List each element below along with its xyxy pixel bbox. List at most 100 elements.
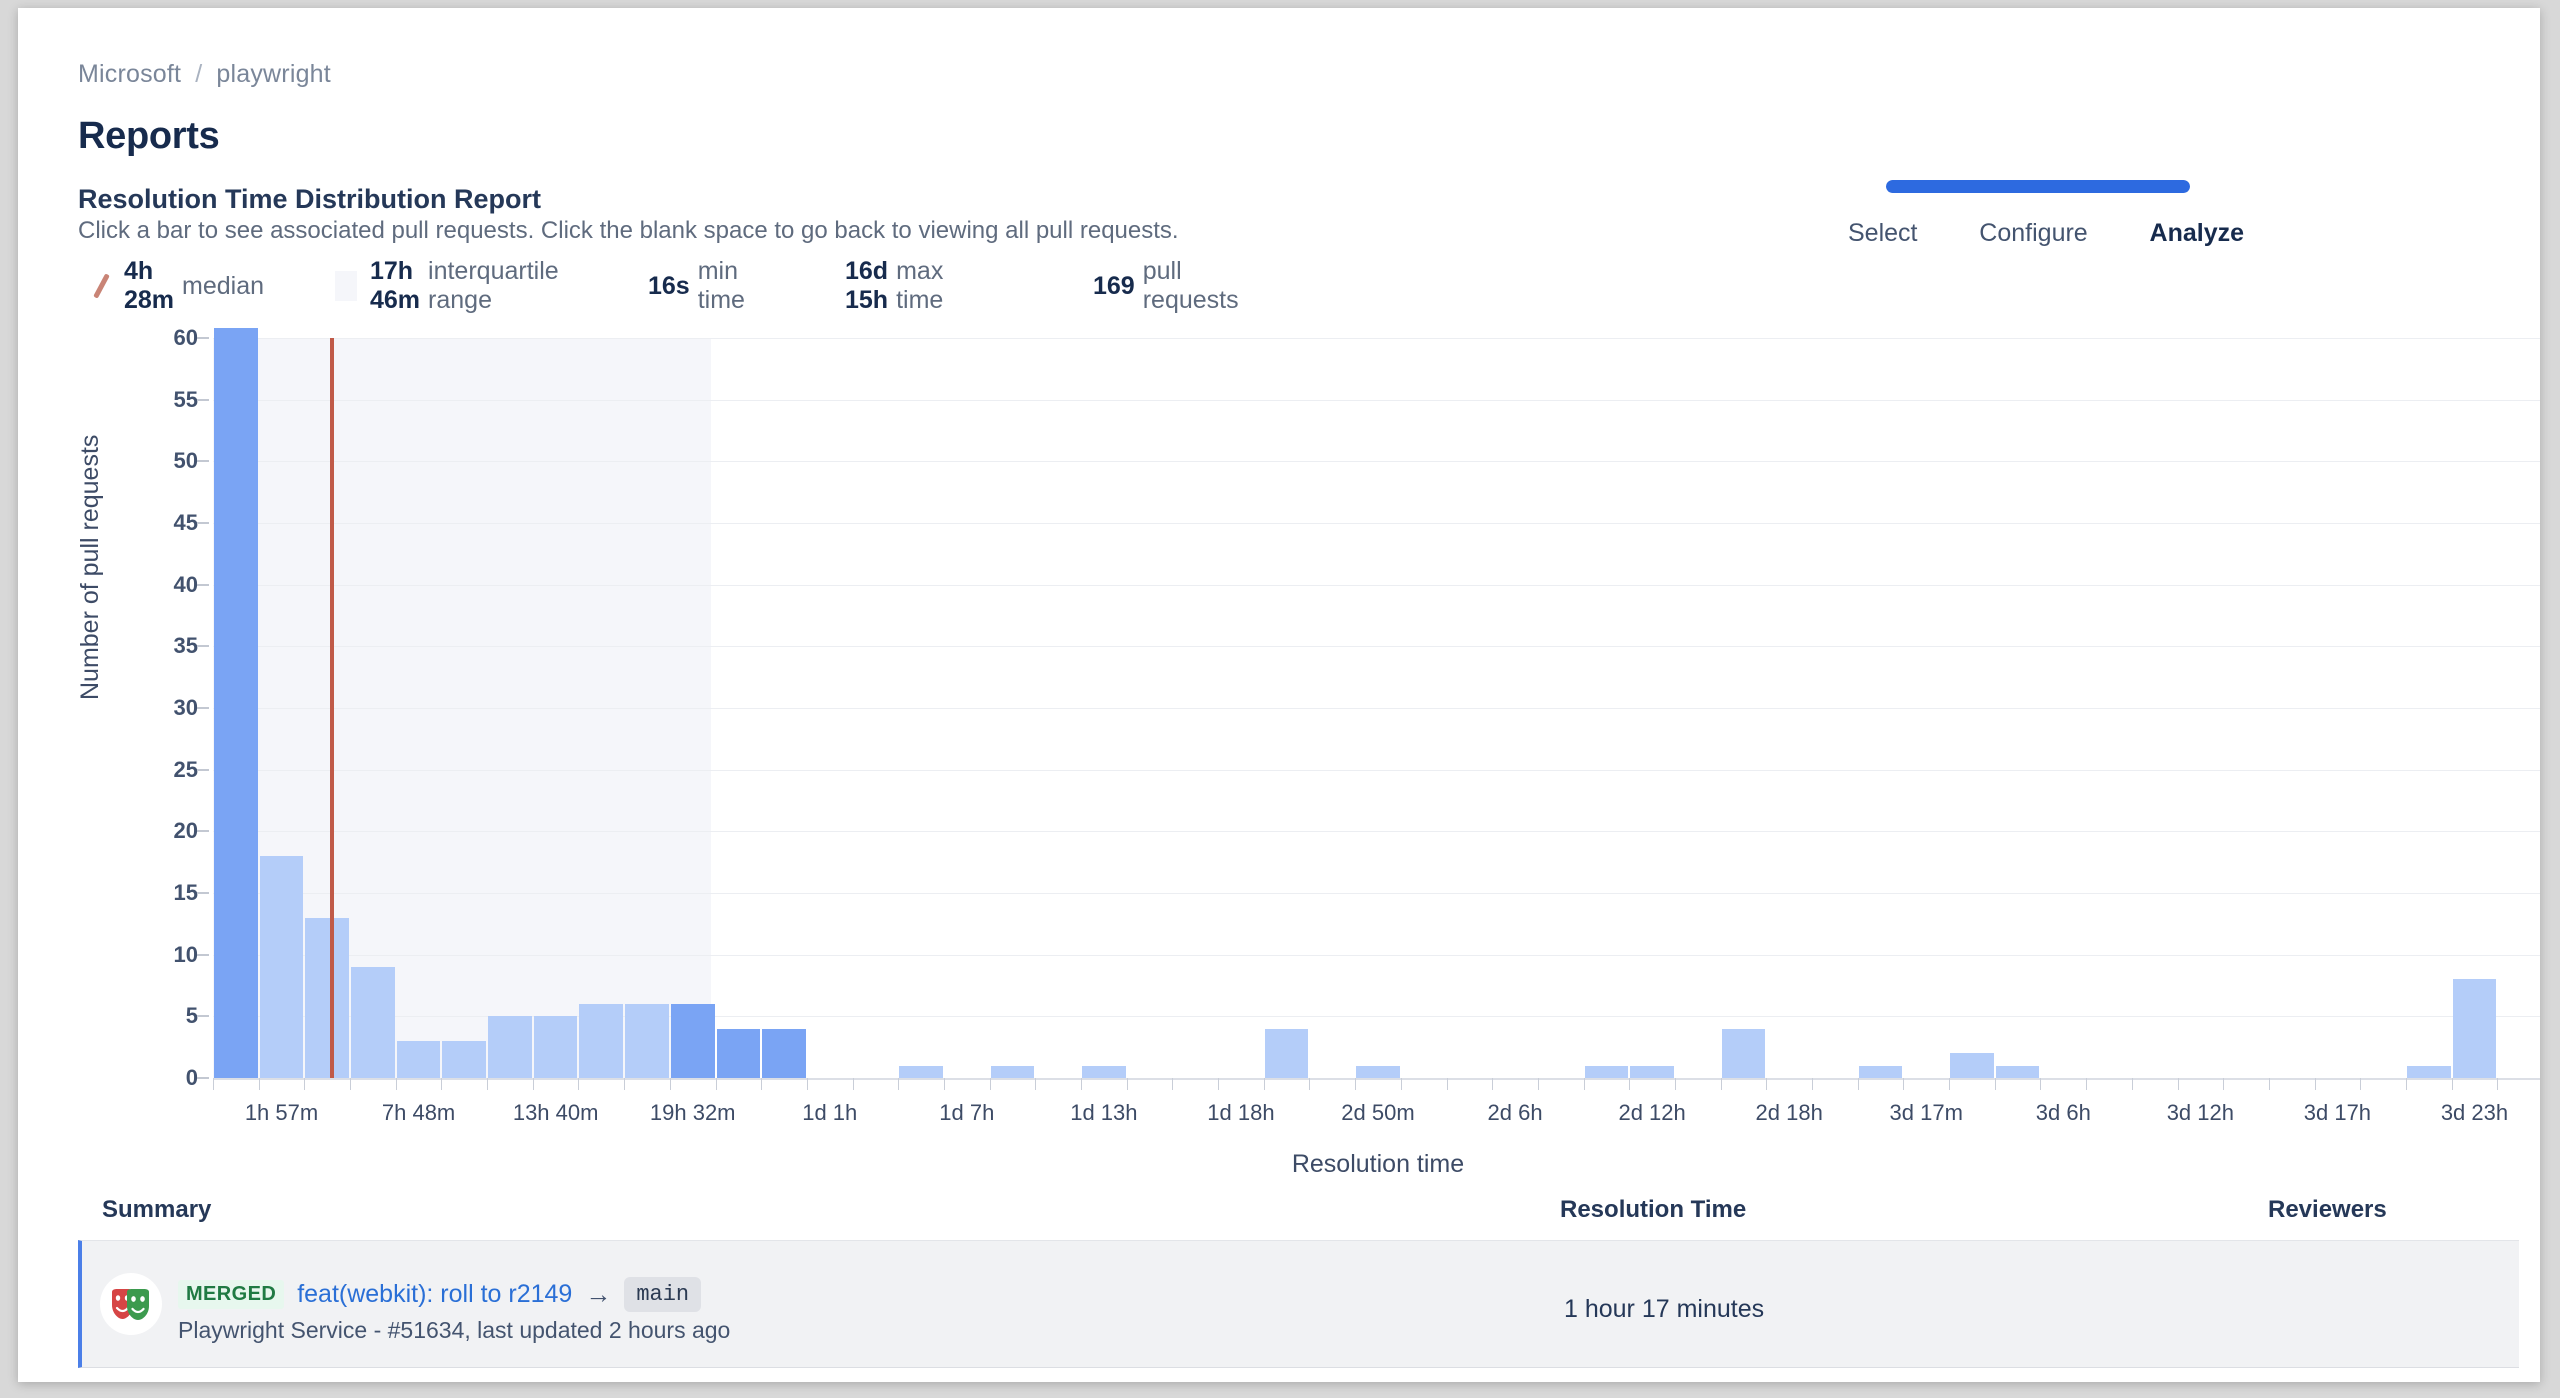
y-axis-tick [197,583,209,586]
histogram-bar[interactable] [1082,1065,1126,1078]
histogram-bar[interactable] [396,1041,441,1078]
y-axis-tick-label: 0 [185,1065,198,1090]
x-axis-tick [1446,1078,1448,1090]
histogram-bar[interactable] [351,967,395,1078]
stepper-labels: Select Configure Analyze [1846,219,2246,248]
histogram-bar[interactable] [716,1028,761,1078]
histogram-bar[interactable] [305,917,350,1078]
stepper-progress-fill [1886,180,2190,193]
histogram-bar[interactable] [488,1016,532,1078]
x-axis-tick [2314,1078,2316,1090]
gridline [213,338,2540,339]
histogram-bar[interactable] [899,1065,943,1078]
histogram-bar[interactable] [1356,1065,1400,1078]
x-axis-tick [761,1078,763,1090]
histogram-bar[interactable] [990,1065,1035,1078]
gridline [213,893,2540,894]
breadcrumb: Microsoft / playwright [78,60,331,89]
histogram-bar[interactable] [2406,1065,2451,1078]
stat-max-time: 16d 15h max time [845,257,943,315]
histogram-bar[interactable] [259,856,304,1078]
column-header-reviewers: Reviewers [2268,1196,2387,1223]
x-axis-tick [1903,1078,1905,1090]
gridline [213,708,2540,709]
y-axis-title: Number of pull requests [76,434,104,700]
x-axis-tick [2268,1078,2270,1090]
x-axis-tick [1263,1078,1265,1090]
histogram-bar[interactable] [1264,1028,1309,1078]
y-axis-tick-label: 60 [173,325,198,350]
histogram-bar[interactable] [1950,1053,1994,1078]
resolution-time-histogram[interactable]: Number of pull requests 0 5 10 15 20 25 30 35 40… [76,325,2540,1178]
histogram-bar[interactable] [214,328,258,1078]
gridline [213,646,2540,648]
report-page: Microsoft / playwright Reports Resolutio… [18,8,2540,1382]
x-axis-tick [1720,1078,1722,1090]
x-axis-tick [1537,1078,1539,1090]
stat-value: 17h 46m [370,257,421,314]
breadcrumb-repo[interactable]: playwright [216,60,331,89]
arrow-right-icon: → [585,1279,612,1309]
breadcrumb-org[interactable]: Microsoft [78,60,181,89]
y-axis-tick [197,707,209,709]
stat-pull-requests: 169 pull requests [1093,257,1239,315]
branch-chip[interactable]: main [624,1277,702,1312]
x-axis-tick [441,1078,443,1090]
x-axis-tick-label: 3d 17h [2303,1100,2372,1125]
status-badge: MERGED [178,1280,285,1309]
table-row[interactable]: MERGED feat(webkit): roll to r2149 → mai… [78,1240,2519,1368]
x-axis-tick-label: 2d 18h [1755,1100,1823,1125]
column-header-summary: Summary [102,1196,212,1223]
histogram-bar[interactable] [442,1041,487,1078]
x-axis-tick [624,1078,626,1090]
y-axis-tick-label: 45 [173,510,198,535]
pr-title-link[interactable]: feat(webkit): roll to r2149 [297,1280,572,1309]
x-axis-tick [2223,1078,2225,1090]
histogram-bar[interactable] [670,1004,715,1078]
stat-label: interquartile range [428,257,559,314]
y-axis-tick-label: 25 [173,756,198,782]
stat-value: 4h 28m [124,257,175,314]
histogram-bar[interactable] [762,1028,806,1078]
stepper-step-select[interactable]: Select [1846,219,1919,248]
chart-plot-area[interactable]: 0 5 10 15 20 25 30 35 40 45 50 55 60 1h 57m 7h 48m 13h … [174,325,2540,1125]
stat-value: 16d 15h [845,257,889,314]
histogram-bar[interactable] [579,1004,624,1078]
y-axis-tick [197,768,209,771]
pr-resolution-time: 1 hour 17 minutes [1564,1295,1765,1323]
histogram-bar[interactable] [1858,1065,1903,1078]
histogram-bar[interactable] [533,1016,578,1078]
pr-title-line: MERGED feat(webkit): roll to r2149 → mai… [178,1277,702,1312]
stepper-step-analyze[interactable]: Analyze [2148,219,2246,248]
x-axis-tick [669,1078,671,1090]
x-axis-tick [2405,1078,2407,1090]
x-axis-tick [1309,1078,1311,1090]
gridline [213,769,2540,771]
stat-label: median [182,271,265,300]
x-axis-tick-label: 1d 18h [1207,1100,1275,1125]
x-axis-tick-label: 2d 12h [1618,1100,1686,1125]
histogram-bar[interactable] [1995,1065,2040,1078]
x-axis-tick [852,1078,854,1090]
x-axis-tick [1583,1078,1585,1090]
stepper-step-configure[interactable]: Configure [1977,219,2089,248]
x-axis-tick [2086,1078,2088,1090]
y-axis-tick [197,1015,209,1018]
histogram-bar[interactable] [1721,1028,1766,1078]
x-axis-tick [304,1078,306,1090]
x-axis-tick [1949,1078,1951,1090]
x-axis-tick [2131,1078,2133,1090]
histogram-bar[interactable] [1584,1065,1629,1078]
x-axis-tick-label: 1d 1h [802,1100,858,1125]
gridline [213,831,2540,833]
histogram-bar[interactable] [625,1004,669,1078]
histogram-bar[interactable] [2452,979,2497,1078]
y-axis-tick-label: 55 [173,386,198,412]
gridline [213,399,2540,401]
y-axis-tick-label: 5 [185,1003,198,1029]
x-axis-tick-label: 1h 57m [244,1100,319,1125]
y-axis-tick-label: 30 [173,695,198,720]
stat-interquartile-range: 17h 46m interquartile range [335,257,559,315]
pr-meta: Playwright Service - #51634, last update… [178,1317,731,1343]
histogram-bar[interactable] [1630,1065,1674,1078]
